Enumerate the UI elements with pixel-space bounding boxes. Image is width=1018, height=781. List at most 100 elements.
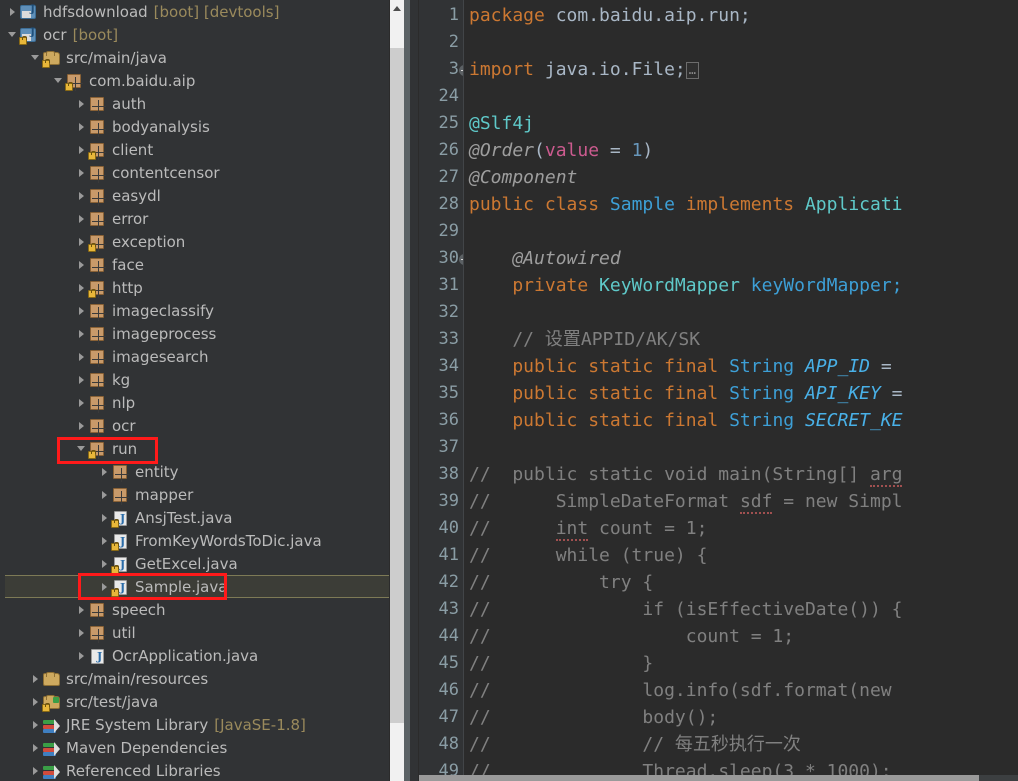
chevron-right-icon[interactable] [75, 276, 89, 299]
chevron-right-icon[interactable] [75, 598, 89, 621]
code-editor[interactable]: 1 2 3 24 25 26 27 28 29 30 31 32 33 34 35 36 37 38 39 40 41 4… [410, 0, 1018, 781]
chevron-down-icon[interactable] [29, 46, 43, 69]
code-line[interactable]: // // 每五秒执行一次 [464, 731, 1018, 758]
tree-item-jre-system-library[interactable]: JRE System Library [JavaSE-1.8] [0, 713, 404, 736]
chevron-right-icon[interactable] [75, 115, 89, 138]
tree-item-fromkeywordstodic-java[interactable]: FromKeyWordsToDic.java [0, 529, 404, 552]
code-line[interactable]: import java.io.File;… [464, 56, 1018, 83]
tree-item-ocrapplication-java[interactable]: OcrApplication.java [0, 644, 404, 667]
chevron-right-icon[interactable] [98, 460, 112, 483]
chevron-right-icon[interactable] [75, 391, 89, 414]
code-line[interactable]: @Slf4j [464, 110, 1018, 137]
tree-item-maven-dependencies[interactable]: Maven Dependencies [0, 736, 404, 759]
chevron-right-icon[interactable] [75, 299, 89, 322]
code-line[interactable]: // SimpleDateFormat sdf = new Simpl [464, 488, 1018, 515]
line-number-gutter[interactable]: 1 2 3 24 25 26 27 28 29 30 31 32 33 34 35 36 37 38 39 40 41 4… [419, 0, 470, 781]
tree-item-face[interactable]: face [0, 253, 404, 276]
chevron-right-icon[interactable] [75, 644, 89, 667]
chevron-right-icon[interactable] [29, 736, 43, 759]
tree-item-referenced-libraries[interactable]: Referenced Libraries [0, 759, 404, 781]
code-line[interactable]: // if (isEffectiveDate()) { [464, 596, 1018, 623]
tree-item-entity[interactable]: entity [0, 460, 404, 483]
chevron-right-icon[interactable] [98, 483, 112, 506]
code-text-area[interactable]: package com.baidu.aip.run; import java.i… [463, 0, 1018, 781]
code-line[interactable]: public static final String SECRET_KE [464, 407, 1018, 434]
tree-item-src-test-java[interactable]: src/test/java [0, 690, 404, 713]
code-line[interactable]: // log.info(sdf.format(new [464, 677, 1018, 704]
code-line[interactable]: public static final String APP_ID = [464, 353, 1018, 380]
code-line[interactable]: // while (true) { [464, 542, 1018, 569]
hscrollbar-thumb[interactable] [419, 775, 979, 781]
tree-item-run[interactable]: run [0, 437, 404, 460]
code-line[interactable] [464, 434, 1018, 461]
code-line[interactable]: @Order(value = 1) [464, 137, 1018, 164]
editor-horizontal-scrollbar[interactable] [419, 775, 1018, 781]
chevron-up-icon[interactable] [390, 0, 404, 16]
tree-item-ansjtest-java[interactable]: AnsjTest.java [0, 506, 404, 529]
tree-item-contentcensor[interactable]: contentcensor [0, 161, 404, 184]
code-line[interactable]: @Component [464, 164, 1018, 191]
tree-item-imageprocess[interactable]: imageprocess [0, 322, 404, 345]
code-line[interactable]: // try { [464, 569, 1018, 596]
code-line[interactable]: // int count = 1; [464, 515, 1018, 542]
code-line[interactable]: // } [464, 650, 1018, 677]
chevron-right-icon[interactable] [29, 690, 43, 713]
tree-item-imagesearch[interactable]: imagesearch [0, 345, 404, 368]
chevron-right-icon[interactable] [75, 414, 89, 437]
code-line[interactable]: private KeyWordMapper keyWordMapper; [464, 272, 1018, 299]
code-line[interactable] [464, 218, 1018, 245]
chevron-right-icon[interactable] [75, 253, 89, 276]
chevron-right-icon[interactable] [75, 345, 89, 368]
tree-item-auth[interactable]: auth [0, 92, 404, 115]
explorer-vertical-scrollbar[interactable] [389, 0, 404, 781]
code-line[interactable] [464, 83, 1018, 110]
chevron-down-icon[interactable] [75, 437, 89, 460]
chevron-right-icon[interactable] [75, 184, 89, 207]
code-line[interactable]: @Autowired [464, 245, 1018, 272]
chevron-right-icon[interactable] [75, 92, 89, 115]
tree-item-src-main-java[interactable]: src/main/java [0, 46, 404, 69]
editor-marker-bar[interactable] [410, 0, 419, 781]
chevron-right-icon[interactable] [75, 230, 89, 253]
chevron-right-icon[interactable] [75, 207, 89, 230]
tree-item-speech[interactable]: speech [0, 598, 404, 621]
chevron-right-icon[interactable] [75, 138, 89, 161]
tree-item-src-main-resources[interactable]: src/main/resources [0, 667, 404, 690]
tree-item-nlp[interactable]: nlp [0, 391, 404, 414]
chevron-right-icon[interactable] [29, 713, 43, 736]
package-explorer[interactable]: hdfsdownload [boot] [devtools] ocr [boot] sr… [0, 0, 404, 781]
tree-item-getexcel-java[interactable]: GetExcel.java [0, 552, 404, 575]
code-line[interactable]: // public static void main(String[] arg [464, 461, 1018, 488]
code-line[interactable]: // body(); [464, 704, 1018, 731]
code-line[interactable]: package com.baidu.aip.run; [464, 2, 1018, 29]
tree-item-exception[interactable]: exception [0, 230, 404, 253]
tree-item-sample-java[interactable]: Sample.java [5, 575, 402, 598]
tree-item-client[interactable]: client [0, 138, 404, 161]
scrollbar-thumb[interactable] [390, 48, 404, 723]
code-line[interactable]: public class Sample implements Applicati [464, 191, 1018, 218]
tree-item-easydl[interactable]: easydl [0, 184, 404, 207]
tree-item-kg[interactable]: kg [0, 368, 404, 391]
tree-item-bodyanalysis[interactable]: bodyanalysis [0, 115, 404, 138]
chevron-right-icon[interactable] [98, 529, 112, 552]
tree-item-ocr[interactable]: ocr [boot] [0, 23, 404, 46]
chevron-right-icon[interactable] [75, 322, 89, 345]
chevron-right-icon[interactable] [75, 368, 89, 391]
chevron-down-icon[interactable] [52, 69, 66, 92]
tree-item-http[interactable]: http [0, 276, 404, 299]
tree-item-ocr[interactable]: ocr [0, 414, 404, 437]
chevron-right-icon[interactable] [98, 506, 112, 529]
code-line[interactable]: // 设置APPID/AK/SK [464, 326, 1018, 353]
tree-item-com-baidu-aip[interactable]: com.baidu.aip [0, 69, 404, 92]
chevron-down-icon[interactable] [6, 23, 20, 46]
tree-item-error[interactable]: error [0, 207, 404, 230]
chevron-right-icon[interactable] [98, 552, 112, 575]
tree-item-util[interactable]: util [0, 621, 404, 644]
code-line[interactable]: // count = 1; [464, 623, 1018, 650]
code-line[interactable] [464, 299, 1018, 326]
tree-item-hdfsdownload[interactable]: hdfsdownload [boot] [devtools] [0, 0, 404, 23]
tree-item-mapper[interactable]: mapper [0, 483, 404, 506]
chevron-right-icon[interactable] [29, 667, 43, 690]
code-line[interactable]: public static final String API_KEY = [464, 380, 1018, 407]
code-line[interactable] [464, 29, 1018, 56]
